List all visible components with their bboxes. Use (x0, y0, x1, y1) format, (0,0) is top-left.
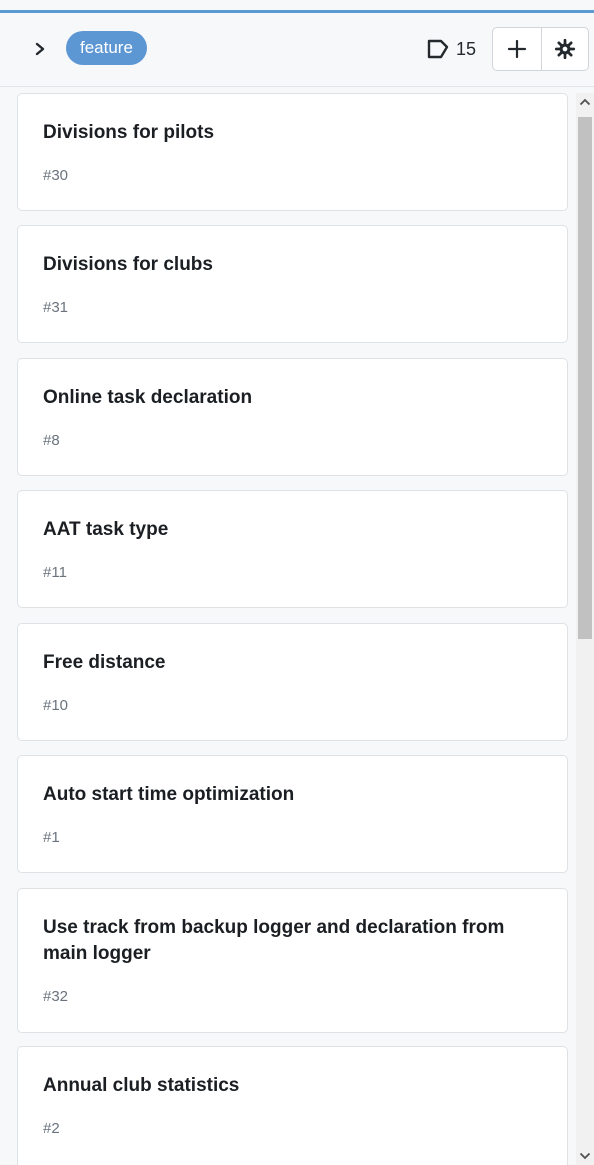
issue-card[interactable]: Use track from backup logger and declara… (17, 888, 568, 1033)
issue-card-list[interactable]: Divisions for pilots #30 Divisions for c… (0, 93, 576, 1165)
issue-card[interactable]: Free distance #10 (17, 623, 568, 741)
issue-card-number: #30 (43, 167, 69, 184)
list-header: feature 15 (0, 13, 594, 87)
issue-card-icon (427, 39, 449, 59)
issue-card-number: #11 (43, 564, 67, 581)
issue-card-number: #1 (43, 829, 60, 846)
list-actions (492, 27, 589, 71)
issue-card[interactable]: Divisions for clubs #31 (17, 225, 568, 343)
chevron-right-icon (35, 42, 45, 56)
issue-card-title[interactable]: Use track from backup logger and declara… (43, 915, 523, 967)
issue-card-number: #31 (43, 299, 69, 316)
issue-card-title[interactable]: Divisions for pilots (43, 120, 523, 146)
plus-icon (507, 39, 526, 59)
collapse-list-button[interactable] (22, 33, 58, 65)
scroll-up-button[interactable] (576, 93, 594, 111)
add-issue-button[interactable] (493, 28, 541, 70)
issue-card-number: #10 (43, 697, 69, 714)
issue-card-title[interactable]: Divisions for clubs (43, 252, 523, 278)
chevron-up-icon (579, 98, 591, 106)
issue-card-title[interactable]: Online task declaration (43, 385, 523, 411)
issue-card-number: #8 (43, 432, 60, 449)
issue-count: 15 (426, 35, 476, 63)
chevron-down-icon (579, 1152, 591, 1160)
issue-card-title[interactable]: Auto start time optimization (43, 782, 523, 808)
issue-card[interactable]: AAT task type #11 (17, 490, 568, 608)
scroll-down-button[interactable] (576, 1147, 594, 1165)
scrollbar-thumb[interactable] (578, 117, 592, 639)
issue-card-title[interactable]: Annual club statistics (43, 1073, 523, 1099)
issue-card-title[interactable]: AAT task type (43, 517, 523, 543)
issue-card-title[interactable]: Free distance (43, 650, 523, 676)
issue-card-number: #2 (43, 1120, 60, 1137)
vertical-scrollbar[interactable] (576, 93, 594, 1165)
issue-card[interactable]: Online task declaration #8 (17, 358, 568, 476)
gear-icon (554, 38, 575, 60)
board-list: feature 15 Divisions for pilots #30 Divi… (0, 10, 594, 1165)
issue-card[interactable]: Auto start time optimization #1 (17, 755, 568, 873)
issue-count-value: 15 (456, 38, 477, 59)
issue-card-number: #32 (43, 988, 69, 1005)
list-settings-button[interactable] (540, 28, 589, 70)
list-label-badge[interactable]: feature (66, 31, 147, 65)
issue-card[interactable]: Divisions for pilots #30 (17, 93, 568, 211)
issue-card[interactable]: Annual club statistics #2 (17, 1046, 568, 1165)
